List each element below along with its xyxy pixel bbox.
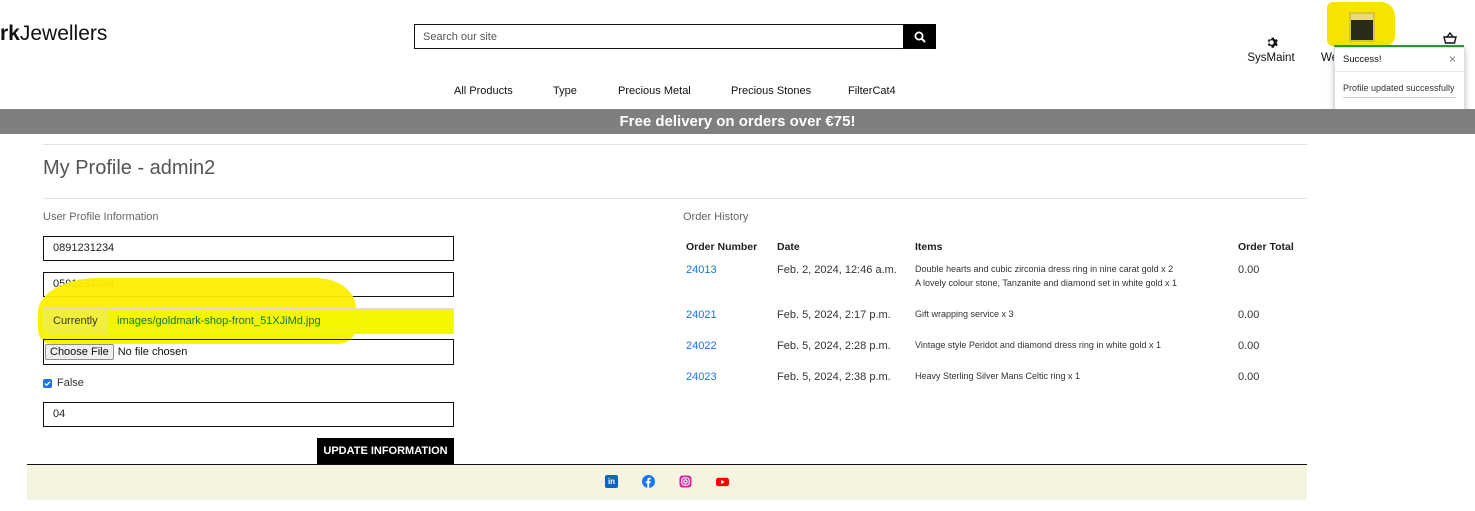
main-nav: All Products Type Precious Metal Preciou…	[0, 85, 1475, 99]
order-total: 0.00	[1238, 264, 1260, 276]
choose-file-button[interactable]: Choose File	[45, 344, 114, 360]
file-input: Choose File No file chosen	[43, 339, 454, 365]
gear-icon	[1267, 37, 1278, 48]
order-link-24013[interactable]: 24013	[686, 264, 717, 276]
site-logo[interactable]: rkJewellers	[0, 22, 107, 46]
toast-header: Success! ×	[1335, 48, 1464, 72]
delivery-banner: Free delivery on orders over €75!	[0, 109, 1475, 134]
youtube-icon[interactable]	[716, 475, 729, 488]
search-bar	[414, 24, 936, 49]
header-order-total: Order Total	[1238, 241, 1294, 253]
search-icon	[914, 31, 926, 43]
order-total: 0.00	[1238, 371, 1260, 383]
nav-item-type[interactable]: Type	[553, 85, 577, 97]
toast-title: Success!	[1343, 54, 1382, 65]
order-link-24023[interactable]: 24023	[686, 371, 717, 383]
order-item: Double hearts and cubic zirconia dress r…	[915, 264, 1174, 274]
current-image-link[interactable]: images/goldmark-shop-front_51XJiMd.jpg	[108, 309, 321, 333]
instagram-icon[interactable]	[679, 475, 692, 488]
order-date: Feb. 5, 2024, 2:17 p.m.	[777, 309, 891, 321]
nav-item-precious-stones[interactable]: Precious Stones	[731, 85, 811, 97]
search-button[interactable]	[903, 24, 936, 49]
order-item: Gift wrapping service x 3	[915, 309, 1014, 319]
divider-top	[43, 144, 1307, 145]
footer: in	[27, 465, 1307, 500]
phone-field-1[interactable]: 0891231234	[43, 236, 454, 261]
divider-title	[43, 198, 1307, 199]
logo-text: Jewellers	[19, 22, 108, 45]
shopping-bag-icon[interactable]	[1443, 32, 1457, 44]
nav-item-precious-metal[interactable]: Precious Metal	[618, 85, 691, 97]
order-date: Feb. 5, 2024, 2:38 p.m.	[777, 371, 891, 383]
order-link-24022[interactable]: 24022	[686, 340, 717, 352]
current-image-field: Currently images/goldmark-shop-front_51X…	[43, 308, 454, 334]
order-total: 0.00	[1238, 309, 1260, 321]
no-file-text: No file chosen	[117, 346, 188, 358]
page-title: My Profile - admin2	[43, 157, 216, 179]
order-link-24021[interactable]: 24021	[686, 309, 717, 321]
logo-bold-part: rk	[0, 22, 20, 45]
header-items: Items	[915, 241, 943, 253]
field-04[interactable]: 04	[43, 402, 454, 427]
search-input[interactable]	[414, 24, 903, 49]
order-item: Heavy Sterling Silver Mans Celtic ring x…	[915, 371, 1081, 381]
checkbox-label: False	[57, 377, 84, 389]
close-icon[interactable]: ×	[1449, 52, 1456, 66]
sysmaint-label: SysMaint	[1247, 52, 1295, 64]
shop-sign	[1351, 14, 1373, 20]
nav-item-filtercat4[interactable]: FilterCat4	[848, 85, 896, 97]
shop-front-thumbnail	[1327, 2, 1395, 46]
sysmaint-link[interactable]: SysMaint	[1244, 36, 1298, 64]
facebook-icon[interactable]	[642, 475, 655, 488]
order-date: Feb. 5, 2024, 2:28 p.m.	[777, 340, 891, 352]
header-order-number: Order Number	[686, 241, 758, 253]
update-information-button[interactable]: UPDATE INFORMATION	[317, 438, 454, 464]
order-date: Feb. 2, 2024, 12:46 a.m.	[777, 264, 897, 276]
order-history-label: Order History	[683, 211, 749, 223]
checkbox[interactable]	[43, 378, 52, 388]
profile-section-label: User Profile Information	[43, 211, 159, 223]
order-item: Vintage style Peridot and diamond dress …	[915, 340, 1161, 350]
success-toast: Success! × Profile updated successfully	[1334, 47, 1465, 117]
order-total: 0.00	[1238, 340, 1260, 352]
currently-label: Currently	[44, 309, 108, 333]
order-item: A lovely colour stone, Tanzanite and dia…	[915, 278, 1177, 288]
checkmark-icon	[44, 380, 51, 386]
linkedin-icon[interactable]: in	[605, 475, 618, 488]
checkbox-row: False	[43, 377, 84, 389]
nav-item-all-products[interactable]: All Products	[454, 85, 513, 97]
header-date: Date	[777, 241, 800, 253]
